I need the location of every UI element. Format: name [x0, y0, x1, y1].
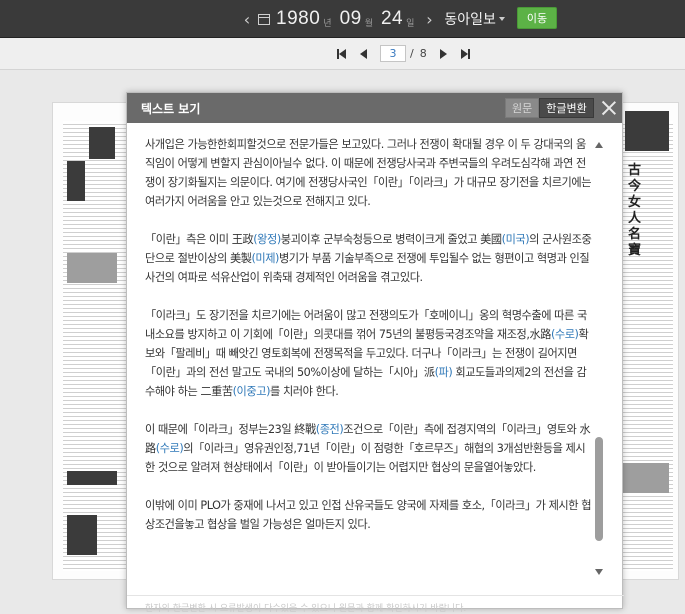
- newspaper-select-value: 동아일보: [444, 12, 496, 28]
- hangul-convert-tab[interactable]: 한글변환: [539, 98, 594, 118]
- hangul-reading: (종전): [315, 423, 344, 436]
- year-value[interactable]: 1980: [276, 8, 320, 30]
- scroll-up-icon[interactable]: [595, 142, 603, 148]
- article-paragraph: 「이란」측은 이미 王政(왕정)붕괴이후 군부숙청등으로 병력이크게 줄었고 美…: [145, 230, 595, 287]
- chevron-down-icon: [498, 17, 505, 21]
- newspaper-ad-block: [67, 253, 117, 283]
- last-page-icon[interactable]: [455, 46, 477, 62]
- modal-footer: 한자의 한글변환 시 오류발생이 다수있을 수 있으니 원문과 함께 확인하시기…: [127, 595, 624, 614]
- day-unit: 일: [406, 18, 415, 29]
- hangul-reading: (수로): [155, 442, 184, 455]
- article-paragraph: 이밖에 이미 PLO가 중재에 나서고 있고 인접 산유국들도 양국에 자제를 …: [145, 496, 595, 534]
- article-segment: 를 치러야 한다.: [270, 385, 339, 398]
- year-unit: 년: [323, 18, 332, 29]
- next-page-icon[interactable]: [433, 46, 455, 62]
- article-segment: 「이라크」도 장기전을 치르기에는 어려움이 많고 전쟁의도가「호메이니」옹의 …: [145, 309, 587, 341]
- article-paragraph: 사개입은 가능한한회피할것으로 전문가들은 보고있다. 그러나 전쟁이 확대될 …: [145, 135, 595, 211]
- pager: / 8: [330, 45, 477, 62]
- page-total: 8: [419, 47, 427, 60]
- scrollbar-thumb[interactable]: [595, 437, 603, 541]
- prev-page-icon[interactable]: [352, 46, 374, 62]
- article-segment: 사개입은 가능한한회피할것으로 전문가들은 보고있다. 그러나 전쟁이 확대될 …: [145, 138, 592, 208]
- article-segment: 붕괴이후 군부숙청등으로 병력이크게 줄었고 美國: [280, 233, 502, 246]
- go-button[interactable]: 이동: [517, 7, 557, 29]
- newspaper-headline-right: [625, 111, 669, 151]
- hangul-reading: (수로): [550, 328, 579, 341]
- date-picker: ‹ 1980 년 09 월 24 일 › 동아일보: [240, 6, 505, 32]
- next-date-arrow-icon[interactable]: ›: [422, 10, 436, 29]
- hangul-reading: (파): [434, 366, 453, 379]
- article-segment: 이 때문에「이라크」정부는23일 終戰: [145, 423, 316, 436]
- newspaper-photo: [89, 127, 115, 159]
- newspaper-ad-banner: [67, 471, 117, 485]
- article-segment: 「이란」측은 이미 王政: [145, 233, 254, 246]
- date-navigation-bar: ‹ 1980 년 09 월 24 일 › 동아일보 이동: [0, 0, 685, 38]
- article-segment: 의「이라크」영유권인정,71년「이란」이 점령한「호르무즈」해협의 3개섬반환등…: [145, 442, 586, 474]
- newspaper-select[interactable]: 동아일보: [444, 9, 505, 29]
- close-icon[interactable]: [600, 99, 618, 117]
- modal-title: 텍스트 보기: [141, 101, 201, 116]
- newspaper-ad-large: [67, 515, 97, 555]
- page-navigation-bar: / 8: [0, 38, 685, 70]
- prev-date-arrow-icon[interactable]: ‹: [240, 10, 254, 29]
- hangul-reading: (이중고): [232, 385, 271, 398]
- first-page-icon[interactable]: [330, 46, 352, 62]
- hangul-reading: (미국): [501, 233, 530, 246]
- newspaper-side-title: 古今女人名寶: [628, 163, 642, 258]
- newspaper-headline-block: [67, 161, 85, 201]
- day-value[interactable]: 24: [381, 8, 403, 30]
- scrollbar[interactable]: [593, 133, 605, 575]
- article-paragraph: 이 때문에「이라크」정부는23일 終戰(종전)조건으로「이란」측에 접경지역의「…: [145, 420, 595, 477]
- article-text: 사개입은 가능한한회피할것으로 전문가들은 보고있다. 그러나 전쟁이 확대될 …: [145, 135, 595, 553]
- hangul-reading: (왕정): [253, 233, 281, 246]
- calendar-icon[interactable]: [258, 13, 270, 25]
- modal-header: 텍스트 보기 원문 한글변환: [127, 93, 622, 123]
- page-separator: /: [410, 47, 414, 60]
- month-unit: 월: [364, 18, 373, 29]
- page-number-input[interactable]: [380, 45, 406, 62]
- hangul-reading: (미제): [251, 252, 279, 265]
- text-view-modal: 텍스트 보기 원문 한글변환 사개입은 가능한한회피할것으로 전문가들은 보고있…: [126, 92, 624, 614]
- scroll-down-icon[interactable]: [595, 569, 603, 575]
- article-text-area[interactable]: 사개입은 가능한한회피할것으로 전문가들은 보고있다. 그러나 전쟁이 확대될 …: [127, 123, 624, 581]
- view-mode-toggle: 원문 한글변환: [505, 98, 594, 118]
- article-segment: 이밖에 이미 PLO가 중재에 나서고 있고 인접 산유국들도 양국에 자제를 …: [145, 499, 592, 531]
- article-paragraph: 「이라크」도 장기전을 치르기에는 어려움이 많고 전쟁의도가「호메이니」옹의 …: [145, 306, 595, 401]
- original-text-tab[interactable]: 원문: [505, 98, 540, 118]
- month-value[interactable]: 09: [340, 8, 362, 30]
- conversion-footnote: 한자의 한글변환 시 오류발생이 다수있을 수 있으니 원문과 함께 확인하시기…: [145, 604, 467, 614]
